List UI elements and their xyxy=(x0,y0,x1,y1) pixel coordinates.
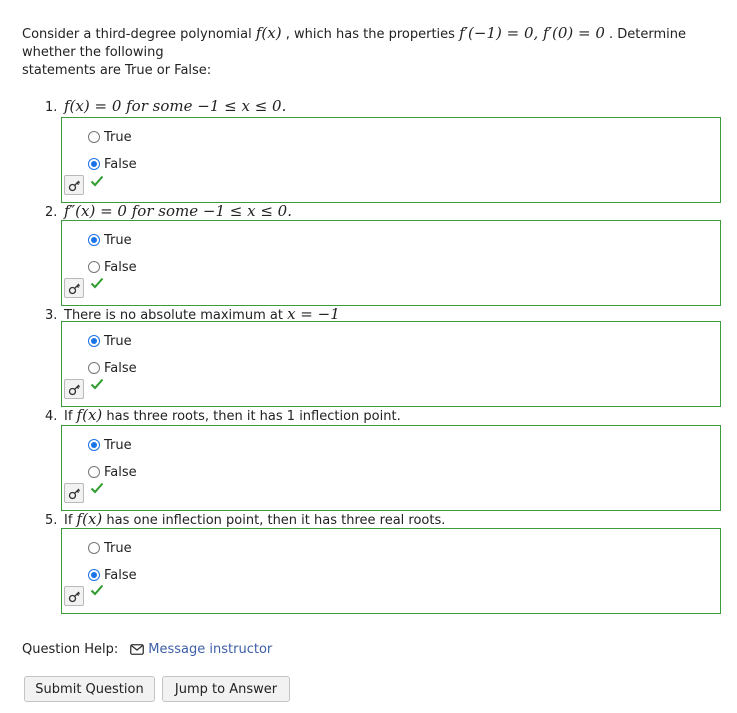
correct-check-icon xyxy=(90,378,104,390)
key-icon xyxy=(68,488,80,499)
question-4-option-false[interactable]: False xyxy=(88,464,137,480)
question-help: Question Help: Message instructor xyxy=(22,642,272,657)
question-5-option-false[interactable]: False xyxy=(88,567,137,583)
question-4-answer-box: True False xyxy=(61,425,721,511)
question-1-option-false[interactable]: False xyxy=(88,156,137,172)
question-5-statement: 5. If f(x) has one inflection point, then… xyxy=(45,510,446,528)
question-2-option-true[interactable]: True xyxy=(88,232,132,248)
key-icon xyxy=(68,384,80,395)
question-2-answer-box: True False xyxy=(61,220,721,306)
question-3-option-true[interactable]: True xyxy=(88,333,132,349)
message-instructor-link[interactable]: Message instructor xyxy=(130,642,272,657)
key-icon xyxy=(68,591,80,602)
radio-button-selected[interactable] xyxy=(88,335,100,347)
key-button[interactable] xyxy=(64,483,84,503)
mail-icon xyxy=(130,644,145,655)
submit-question-button[interactable]: Submit Question xyxy=(24,676,155,702)
question-5-option-true[interactable]: True xyxy=(88,540,132,556)
question-3-answer-box: True False xyxy=(61,321,721,407)
question-2-statement: 2. f″(x) = 0 for some −1 ≤ x ≤ 0. xyxy=(45,202,292,220)
intro-line3: statements are True or False: xyxy=(22,63,212,78)
message-instructor-label[interactable]: Message instructor xyxy=(148,642,272,657)
question-3-option-false[interactable]: False xyxy=(88,360,137,376)
question-5-answer-box: True False xyxy=(61,528,721,614)
intro-function: f(x) xyxy=(255,24,282,42)
correct-check-icon xyxy=(90,584,104,596)
radio-button-selected[interactable] xyxy=(88,439,100,451)
key-icon xyxy=(68,283,80,294)
question-4-statement: 4. If f(x) has three roots, then it has 1… xyxy=(45,406,401,424)
radio-button-selected[interactable] xyxy=(88,569,100,581)
key-button[interactable] xyxy=(64,586,84,606)
radio-button[interactable] xyxy=(88,362,100,374)
radio-button[interactable] xyxy=(88,542,100,554)
jump-to-answer-button[interactable]: Jump to Answer xyxy=(162,676,290,702)
question-1-statement: 1. f(x) = 0 for some −1 ≤ x ≤ 0. xyxy=(45,97,287,115)
radio-button[interactable] xyxy=(88,466,100,478)
radio-button-selected[interactable] xyxy=(88,234,100,246)
question-help-label: Question Help: xyxy=(22,642,119,657)
intro-text-before: Consider a third-degree polynomial xyxy=(22,27,252,42)
question-intro: Consider a third-degree polynomial f(x) … xyxy=(22,24,712,80)
question-4-option-true[interactable]: True xyxy=(88,437,132,453)
intro-properties: f′(−1) = 0, f′(0) = 0 xyxy=(459,24,605,42)
key-button[interactable] xyxy=(64,175,84,195)
radio-button[interactable] xyxy=(88,261,100,273)
radio-button[interactable] xyxy=(88,131,100,143)
intro-text-middle: , which has the properties xyxy=(285,27,455,42)
key-button[interactable] xyxy=(64,278,84,298)
correct-check-icon xyxy=(90,482,104,494)
key-icon xyxy=(68,180,80,191)
question-2-option-false[interactable]: False xyxy=(88,259,137,275)
question-1-answer-box: True False xyxy=(61,117,721,203)
question-1-option-true[interactable]: True xyxy=(88,129,132,145)
key-button[interactable] xyxy=(64,379,84,399)
radio-button-selected[interactable] xyxy=(88,158,100,170)
correct-check-icon xyxy=(90,277,104,289)
correct-check-icon xyxy=(90,175,104,187)
